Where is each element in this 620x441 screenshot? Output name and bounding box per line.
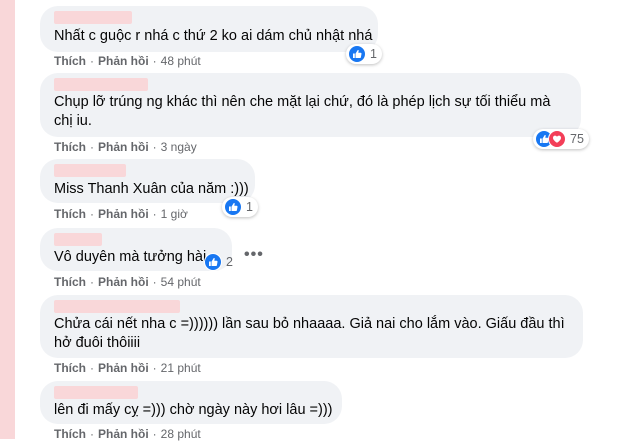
author-name-redacted[interactable] bbox=[54, 11, 132, 24]
reaction-count: 1 bbox=[246, 200, 253, 214]
comment-actions: Thích · Phản hồi · 3 ngày bbox=[54, 140, 197, 154]
author-name-redacted[interactable] bbox=[54, 164, 126, 177]
comment-5: Chửa cái nết nha c =)))))) lần sau bỏ nh… bbox=[40, 295, 583, 375]
author-name-redacted[interactable] bbox=[54, 233, 102, 246]
comment-text: Chửa cái nết nha c =)))))) lần sau bỏ nh… bbox=[54, 316, 569, 351]
reply-link[interactable]: Phản hồi bbox=[98, 361, 149, 375]
like-link[interactable]: Thích bbox=[54, 207, 86, 221]
like-icon bbox=[224, 198, 242, 216]
more-options-icon[interactable]: ••• bbox=[244, 246, 264, 264]
comment-actions: Thích · Phản hồi · 1 giờ bbox=[54, 207, 188, 221]
like-icon bbox=[348, 45, 366, 63]
like-link[interactable]: Thích bbox=[54, 140, 86, 154]
comment-actions: Thích · Phản hồi · 54 phút bbox=[54, 275, 201, 289]
reaction-count: 75 bbox=[570, 132, 584, 146]
reply-link[interactable]: Phản hồi bbox=[98, 54, 149, 68]
reply-link[interactable]: Phản hồi bbox=[98, 207, 149, 221]
author-name-redacted[interactable] bbox=[54, 78, 148, 91]
comment-1: Nhất c guộc r nhá c thứ 2 ko ai dám chủ … bbox=[40, 6, 382, 68]
reaction-summary[interactable]: 2 bbox=[202, 252, 238, 272]
comment-bubble: Chửa cái nết nha c =)))))) lần sau bỏ nh… bbox=[40, 295, 583, 358]
comment-actions: Thích · Phản hồi · 48 phút bbox=[54, 54, 201, 68]
timestamp[interactable]: 54 phút bbox=[161, 275, 201, 289]
reply-link[interactable]: Phản hồi bbox=[98, 275, 149, 289]
like-link[interactable]: Thích bbox=[54, 54, 86, 68]
comment-2: Chụp lỡ trúng ng khác thì nên che mặt lạ… bbox=[40, 73, 589, 154]
comment-text: lên đi mấy cỵ =))) chờ ngày này hơi lâu … bbox=[54, 402, 333, 418]
timestamp[interactable]: 21 phút bbox=[161, 361, 201, 375]
reaction-summary[interactable]: 1 bbox=[346, 44, 382, 64]
reaction-summary[interactable]: 75 bbox=[533, 129, 589, 149]
like-icon bbox=[204, 253, 222, 271]
comment-bubble: Miss Thanh Xuân của năm :))) bbox=[40, 159, 255, 203]
comment-text: Miss Thanh Xuân của năm :))) bbox=[54, 181, 249, 197]
comment-actions: Thích · Phản hồi · 21 phút bbox=[54, 361, 201, 375]
reaction-count: 1 bbox=[370, 47, 377, 61]
left-decoration-strip bbox=[0, 0, 15, 439]
comment-bubble: Nhất c guộc r nhá c thứ 2 ko ai dám chủ … bbox=[40, 6, 378, 52]
comment-text: Nhất c guộc r nhá c thứ 2 ko ai dám chủ … bbox=[54, 28, 373, 44]
author-name-redacted[interactable] bbox=[54, 386, 138, 399]
reaction-count: 2 bbox=[226, 255, 233, 269]
comment-bubble: lên đi mấy cỵ =))) chờ ngày này hơi lâu … bbox=[40, 381, 342, 424]
comment-4: Vô duyên mà tưởng hài 2 Thích · Phản hồi · 5… bbox=[40, 228, 233, 289]
like-link[interactable]: Thích bbox=[54, 275, 86, 289]
comment-text: Vô duyên mà tưởng hài bbox=[54, 249, 207, 265]
comment-6: lên đi mấy cỵ =))) chờ ngày này hơi lâu … bbox=[40, 381, 342, 441]
heart-icon bbox=[548, 130, 566, 148]
comment-bubble: Chụp lỡ trúng ng khác thì nên che mặt lạ… bbox=[40, 73, 581, 137]
reaction-summary[interactable]: 1 bbox=[222, 197, 258, 217]
timestamp[interactable]: 3 ngày bbox=[161, 140, 197, 154]
timestamp[interactable]: 48 phút bbox=[161, 54, 201, 68]
comment-3: Miss Thanh Xuân của năm :))) 1 Thích · Phả… bbox=[40, 159, 258, 221]
comment-text: Chụp lỡ trúng ng khác thì nên che mặt lạ… bbox=[54, 94, 555, 129]
reply-link[interactable]: Phản hồi bbox=[98, 140, 149, 154]
author-name-redacted[interactable] bbox=[54, 300, 180, 313]
like-link[interactable]: Thích bbox=[54, 361, 86, 375]
timestamp[interactable]: 1 giờ bbox=[161, 207, 188, 221]
